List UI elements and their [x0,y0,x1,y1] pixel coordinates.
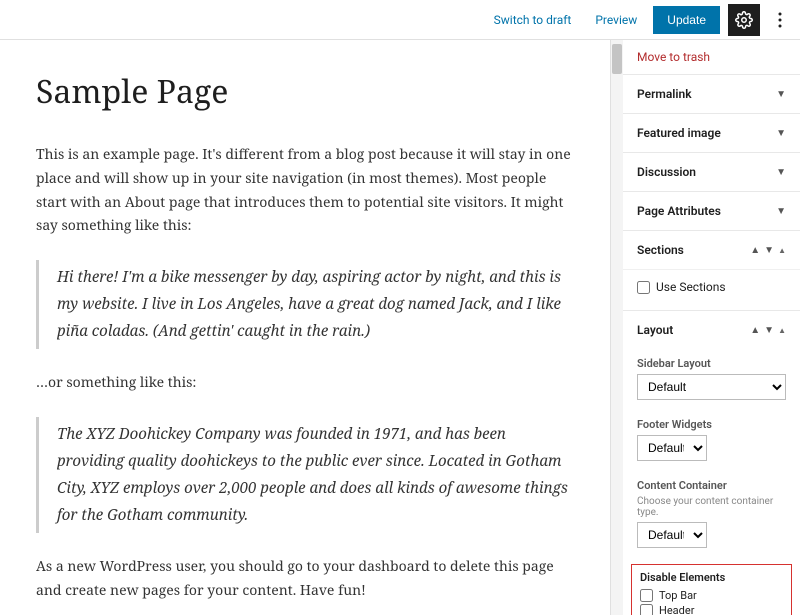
content-container-label: Content Container [623,479,800,492]
chevron-up-icon[interactable]: ▲ [750,325,760,336]
panel-page-attributes[interactable]: Page Attributes ▼ [623,191,800,230]
sidebar-content: Move to trash Permalink ▼ Featured image… [623,40,800,615]
checkbox-input[interactable] [640,589,653,602]
paragraph-block[interactable]: As a new WordPress user, you should go t… [36,555,574,603]
panel-layout[interactable]: Layout ▲ ▼ ▲ [623,310,800,349]
disable-elements-section: Disable Elements Top Bar Header Primary … [631,564,792,615]
disable-top-bar[interactable]: Top Bar [640,588,783,603]
footer-widgets-label: Footer Widgets [623,418,800,431]
more-options-button[interactable] [768,4,792,36]
paragraph-block[interactable]: …or something like this: [36,371,574,395]
chevron-down-icon[interactable]: ▼ [764,325,774,336]
content-container-desc: Choose your content container type. [637,496,786,518]
checkbox-label: Use Sections [656,280,726,294]
collapse-icon[interactable]: ▲ [778,246,786,255]
sidebar-layout-label: Sidebar Layout [623,357,800,370]
move-to-trash-link[interactable]: Move to trash [623,40,800,74]
panel-permalink[interactable]: Permalink ▼ [623,74,800,113]
checkbox-label: Header [659,604,694,615]
chevron-down-icon: ▼ [776,206,786,217]
chevron-up-icon[interactable]: ▲ [750,245,760,256]
chevron-down-icon[interactable]: ▼ [764,245,774,256]
collapse-icon[interactable]: ▲ [778,326,786,335]
editor-canvas[interactable]: Sample Page This is an example page. It'… [0,40,610,615]
update-button[interactable]: Update [653,6,720,34]
checkbox-label: Top Bar [659,589,697,602]
panel-discussion[interactable]: Discussion ▼ [623,152,800,191]
panel-label: Sections [637,243,684,257]
panel-featured-image[interactable]: Featured image ▼ [623,113,800,152]
panel-label: Layout [637,323,673,337]
gear-icon [735,11,753,29]
switch-to-draft-link[interactable]: Switch to draft [486,9,580,31]
panel-label: Discussion [637,165,696,179]
disable-header[interactable]: Header [640,603,783,615]
use-sections-checkbox[interactable]: Use Sections [637,276,786,298]
paragraph-block[interactable]: This is an example page. It's different … [36,143,574,238]
more-vertical-icon [778,12,782,28]
panel-label: Permalink [637,87,692,101]
settings-sidebar: Move to trash Permalink ▼ Featured image… [610,40,800,615]
workspace: Sample Page This is an example page. It'… [0,40,800,615]
page-title[interactable]: Sample Page [36,70,574,113]
panel-sections-body: Use Sections [623,269,800,310]
editor-topbar: Switch to draft Preview Update [0,0,800,40]
preview-link[interactable]: Preview [587,9,645,31]
checkbox-input[interactable] [637,281,650,294]
chevron-down-icon: ▼ [776,89,786,100]
footer-widgets-select[interactable]: Default [637,435,707,461]
quote-block[interactable]: The XYZ Doohickey Company was founded in… [36,417,574,533]
chevron-down-icon: ▼ [776,128,786,139]
quote-block[interactable]: Hi there! I'm a bike messenger by day, a… [36,260,574,349]
panel-sections[interactable]: Sections ▲ ▼ ▲ [623,230,800,269]
chevron-down-icon: ▼ [776,167,786,178]
disable-elements-title: Disable Elements [640,571,783,584]
content-container-select[interactable]: Default [637,522,707,548]
panel-label: Page Attributes [637,204,721,218]
scrollbar-thumb[interactable] [612,44,622,74]
checkbox-input[interactable] [640,604,653,615]
sidebar-scrollbar[interactable] [611,40,623,615]
panel-label: Featured image [637,126,721,140]
sidebar-layout-select[interactable]: Default [637,374,786,400]
settings-button[interactable] [728,4,760,36]
